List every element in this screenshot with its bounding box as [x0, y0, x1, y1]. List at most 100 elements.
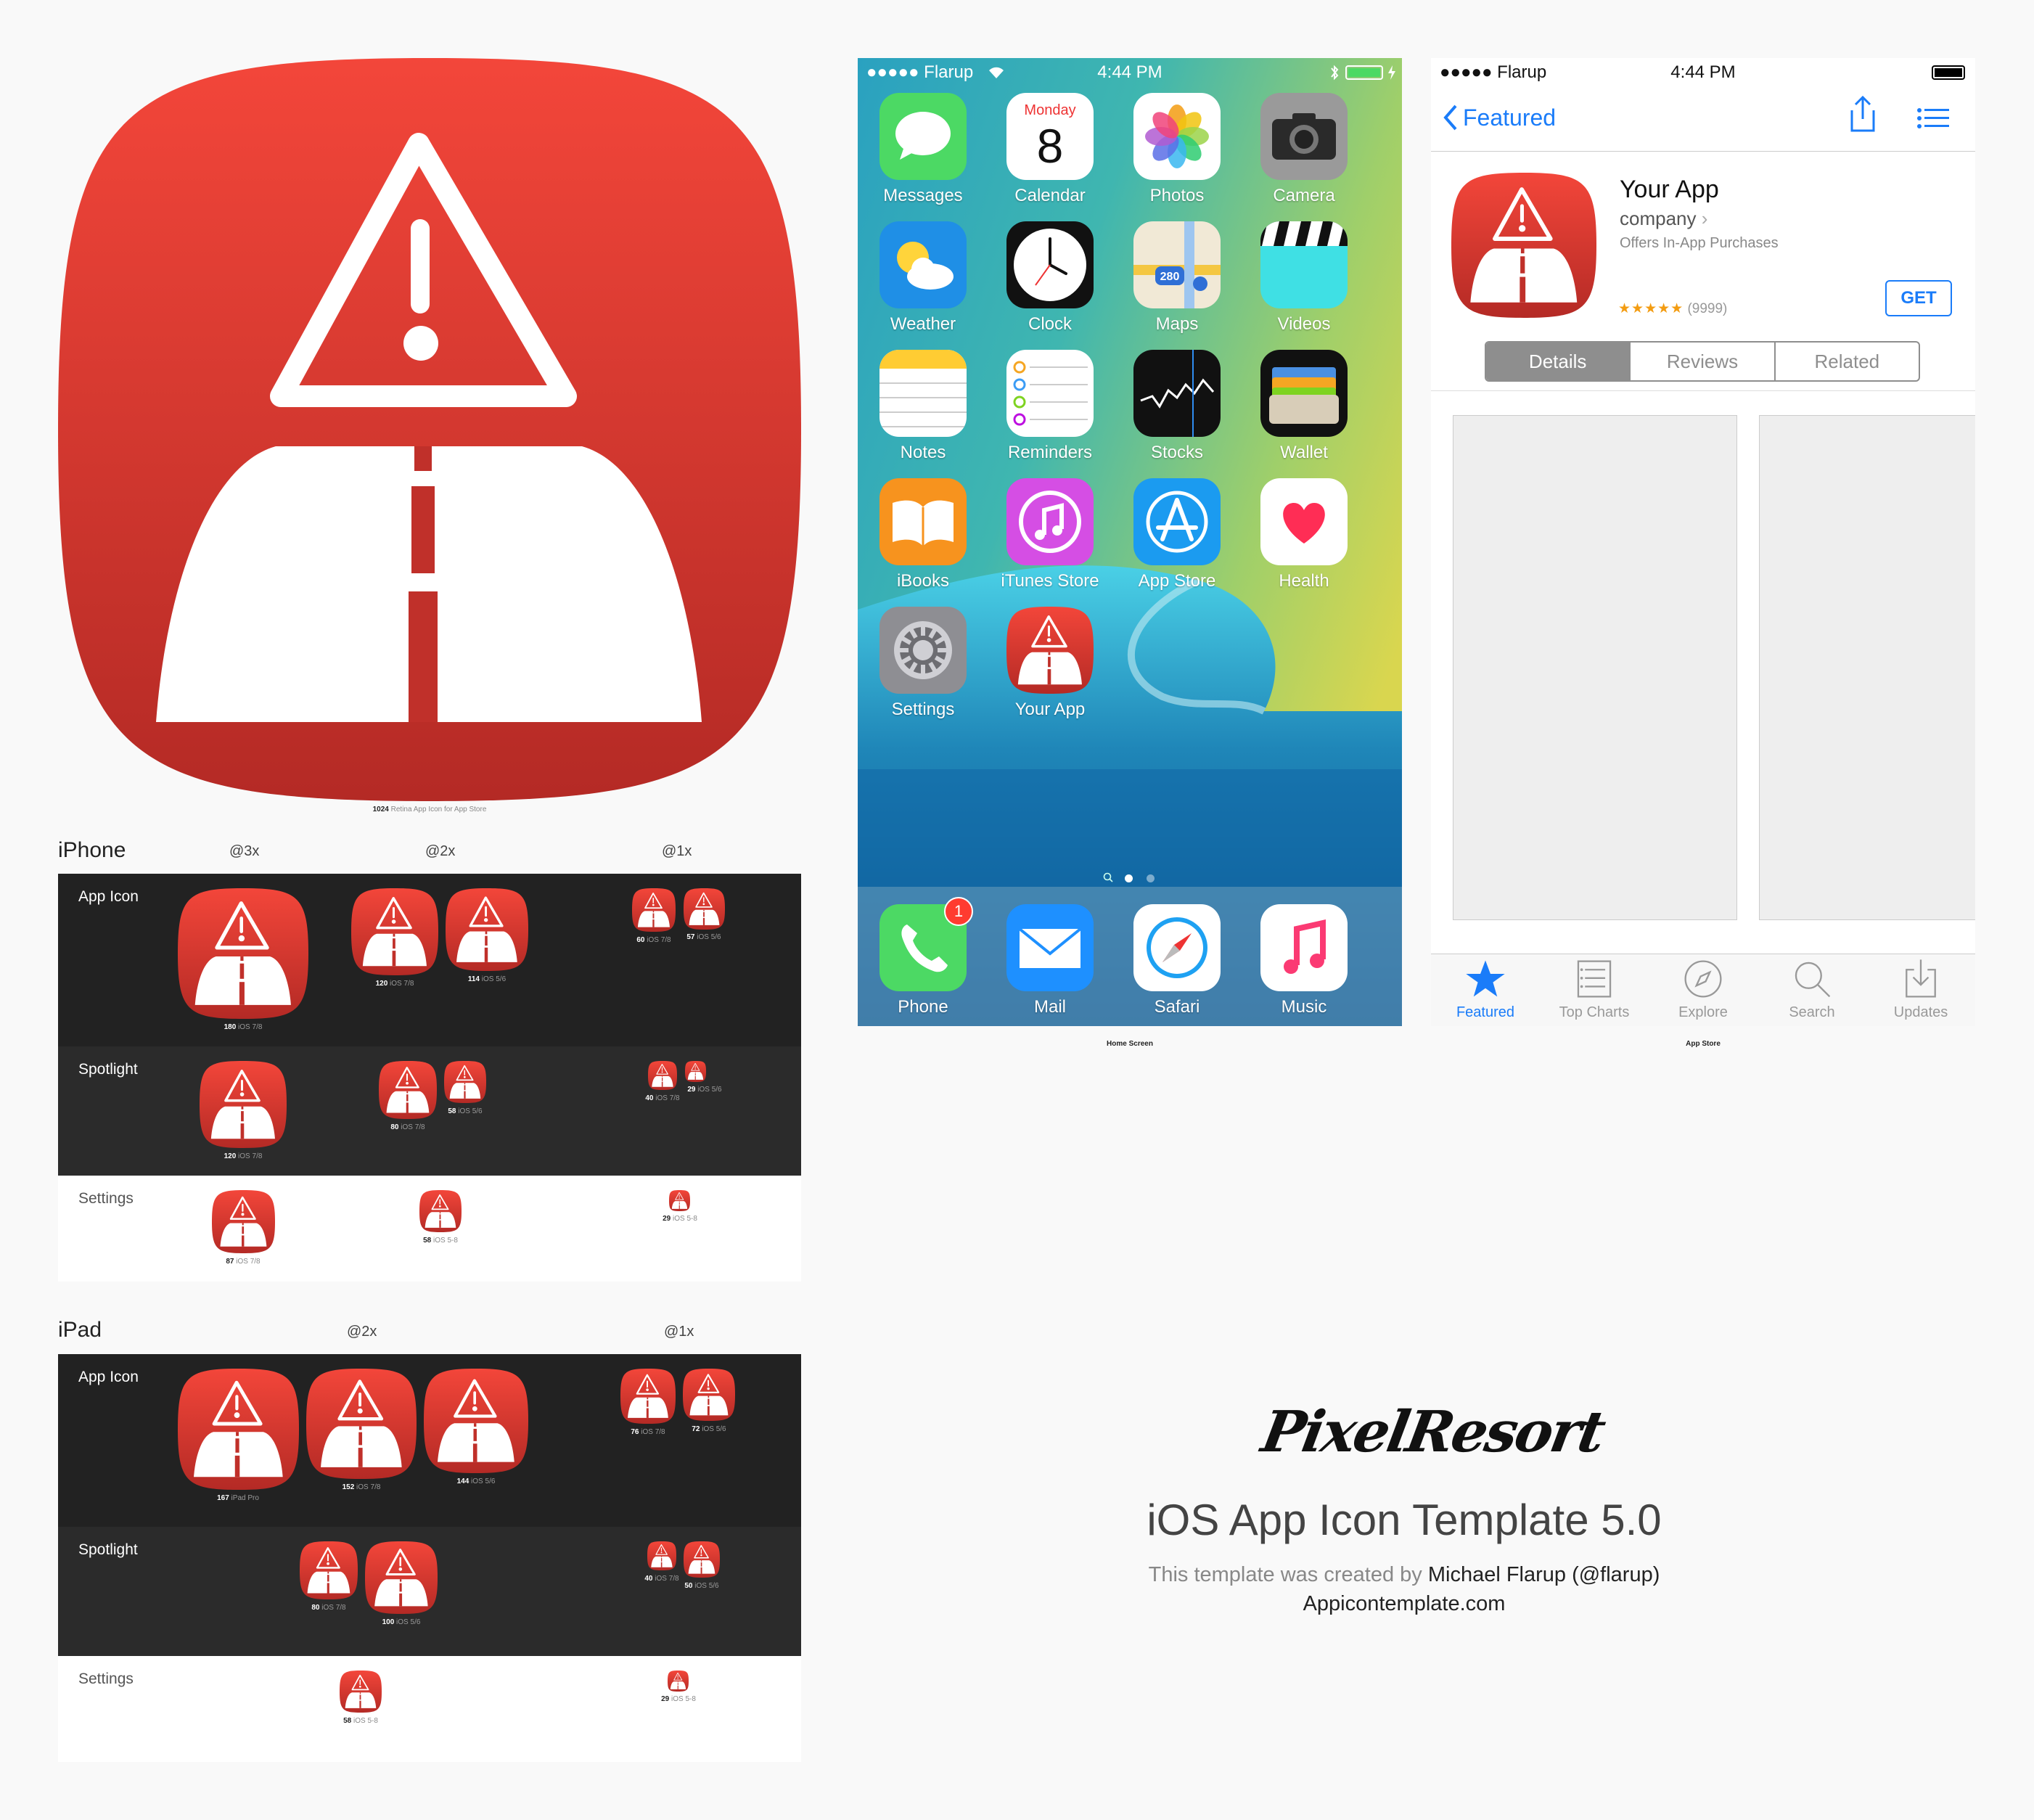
segment-related[interactable]: Related [1776, 343, 1919, 380]
svg-text:8: 8 [1037, 119, 1064, 173]
tab-top-charts[interactable]: Top Charts [1540, 958, 1649, 1021]
icon-caption: 29 iOS 5-8 [663, 1215, 697, 1223]
spotlight-search-icon [1103, 872, 1113, 882]
share-icon[interactable] [1848, 96, 1878, 134]
ipad-settings-row: Settings 58 iOS 5-8 29 iOS 5-8 [58, 1656, 801, 1762]
iphone-col-1x: @1x [662, 843, 692, 859]
notes-icon [879, 350, 967, 437]
your-app-icon [1006, 607, 1094, 694]
settings-icon [879, 607, 967, 694]
app-reminders[interactable]: Reminders [996, 350, 1104, 463]
screenshot-placeholder [1759, 415, 1975, 920]
app-safari[interactable]: Safari [1123, 904, 1231, 1017]
app-messages[interactable]: Messages [869, 93, 977, 206]
app-icon-180 [178, 888, 308, 1019]
row-label: App Icon [78, 1369, 139, 1385]
app-itunes-store[interactable]: iTunes Store [996, 478, 1104, 591]
back-button[interactable]: Featured [1463, 104, 1556, 131]
app-icon-80 [300, 1541, 358, 1599]
tab-featured[interactable]: Featured [1431, 958, 1540, 1021]
app-ibooks[interactable]: iBooks [869, 478, 977, 591]
app-icon-100 [365, 1541, 438, 1614]
app-label: Mail [1033, 997, 1066, 1017]
ipad-col-2x: @2x [347, 1324, 377, 1340]
app-weather[interactable]: Weather [869, 221, 977, 335]
tab-explore[interactable]: Explore [1649, 958, 1758, 1021]
svg-text:Monday: Monday [1024, 102, 1075, 118]
company-link[interactable]: company › [1620, 208, 1707, 230]
app-icon-87 [212, 1190, 275, 1253]
back-chevron-icon[interactable] [1441, 103, 1459, 132]
tab-search[interactable]: Search [1758, 958, 1866, 1021]
app-videos[interactable]: Videos [1250, 221, 1358, 335]
row-label: Settings [78, 1190, 134, 1207]
icon-caption: 58 iOS 5-8 [423, 1237, 458, 1245]
status-time: 4:44 PM [1670, 62, 1736, 82]
app-mail[interactable]: Mail [996, 904, 1104, 1017]
itunes-store-icon [1006, 478, 1094, 565]
get-button[interactable]: GET [1885, 280, 1952, 316]
health-icon [1260, 478, 1348, 565]
row-label: Spotlight [78, 1061, 138, 1078]
maps-icon: 280 [1133, 221, 1221, 308]
app-your-app[interactable]: Your App [996, 607, 1104, 720]
app-icon-50 [684, 1541, 720, 1578]
icon-caption: 144 iOS 5/6 [456, 1477, 496, 1485]
segment-divider [1431, 390, 1975, 391]
tab-updates[interactable]: Updates [1866, 958, 1975, 1021]
site-link[interactable]: Appicontemplate.com [1067, 1592, 1742, 1616]
list-menu-icon[interactable] [1917, 107, 1949, 129]
app-clock[interactable]: Clock [996, 221, 1104, 335]
videos-icon [1260, 221, 1348, 308]
home-screen: ●●●●● Flarup 4:44 PM Messages Monday 8 Cale… [858, 58, 1402, 1026]
segment-details[interactable]: Details [1486, 343, 1631, 380]
page-dot [1147, 874, 1155, 882]
app-app-store[interactable]: App Store [1123, 478, 1231, 591]
app-label: Maps [1155, 314, 1199, 334]
app-label: Health [1279, 571, 1329, 591]
charging-icon [1388, 65, 1395, 80]
app-wallet[interactable]: Wallet [1250, 350, 1358, 463]
app-label: Phone [898, 997, 948, 1017]
app-stocks[interactable]: Stocks [1123, 350, 1231, 463]
app-settings[interactable]: Settings [869, 607, 977, 720]
icon-caption: 57 iOS 5/6 [686, 933, 721, 941]
app-icon-114 [446, 888, 528, 971]
icon-caption: 50 iOS 5/6 [684, 1582, 719, 1590]
app-label: Weather [890, 314, 956, 334]
app-maps[interactable]: 280 Maps [1123, 221, 1231, 335]
app-photos[interactable]: Photos [1123, 93, 1231, 206]
app-icon-72 [683, 1369, 735, 1421]
app-label: Settings [891, 700, 955, 719]
icon-caption: 29 iOS 5-8 [661, 1695, 696, 1703]
app-calendar[interactable]: Monday 8 Calendar [996, 93, 1104, 206]
app-phone[interactable]: 1 Phone [869, 897, 977, 1017]
messages-icon [879, 93, 967, 180]
icon-caption: 29 iOS 5/6 [687, 1086, 722, 1094]
home-screen-caption: Home Screen [1107, 1040, 1153, 1048]
wallet-icon [1260, 350, 1348, 437]
app-icon-29 [668, 1671, 689, 1692]
app-label: iTunes Store [1001, 571, 1099, 591]
app-label: Clock [1028, 314, 1072, 334]
app-icon-40 [648, 1061, 677, 1090]
app-icon-120 [351, 888, 438, 975]
app-notes[interactable]: Notes [869, 350, 977, 463]
app-icon-57 [684, 888, 725, 930]
download-icon [1906, 959, 1936, 998]
app-label: Your App [1014, 700, 1086, 719]
segment-reviews[interactable]: Reviews [1631, 343, 1776, 380]
app-label: Videos [1277, 314, 1331, 334]
notification-badge: 1 [944, 897, 973, 926]
app-label: Camera [1273, 186, 1335, 205]
app-health[interactable]: Health [1250, 478, 1358, 591]
iphone-col-3x: @3x [229, 843, 260, 859]
camera-icon [1260, 93, 1348, 180]
app-label: Photos [1149, 186, 1205, 205]
app-camera[interactable]: Camera [1250, 93, 1358, 206]
iphone-col-2x: @2x [425, 843, 456, 859]
icon-caption: 80 iOS 7/8 [390, 1123, 425, 1131]
app-music[interactable]: Music [1250, 904, 1358, 1017]
ipad-col-1x: @1x [664, 1324, 694, 1340]
app-icon-144 [424, 1369, 528, 1473]
